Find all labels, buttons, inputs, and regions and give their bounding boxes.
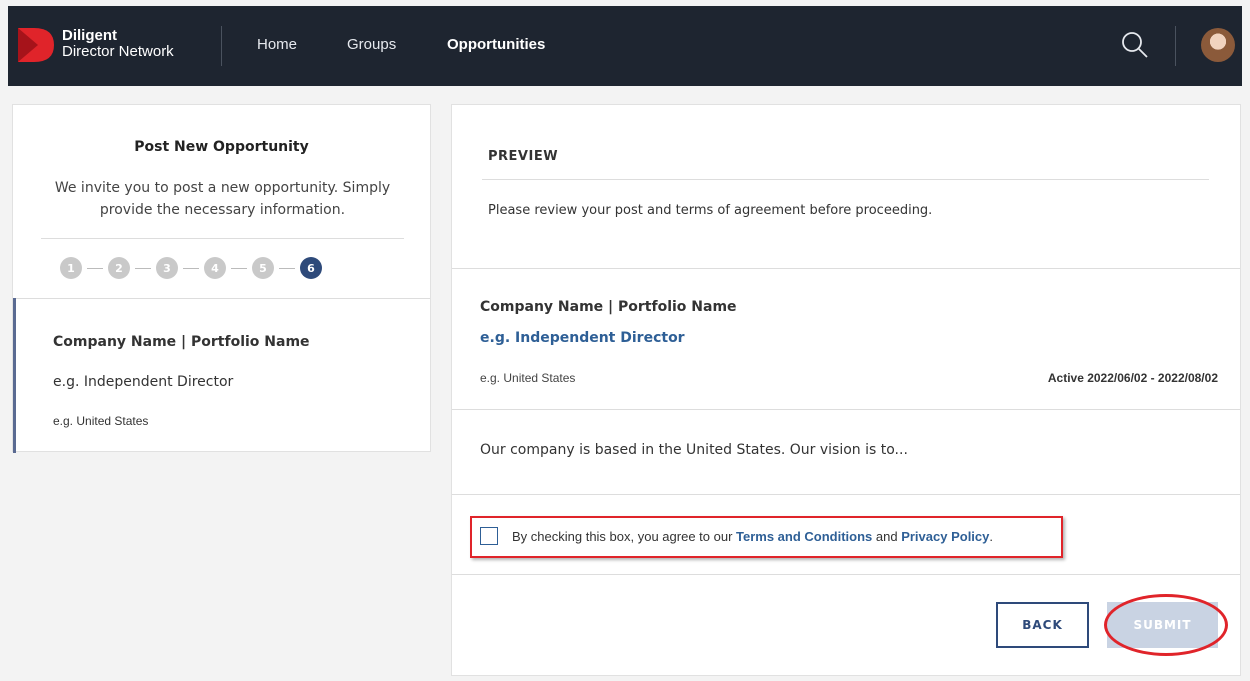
summary-location: e.g. United States: [53, 414, 149, 428]
step-6-active[interactable]: 6: [300, 257, 322, 279]
panel-title: Post New Opportunity: [134, 139, 309, 155]
preview-description: Our company is based in the United State…: [480, 442, 908, 458]
step-connector: [231, 267, 247, 269]
agreement-suffix: .: [989, 529, 993, 544]
divider: [452, 494, 1240, 495]
preview-location: e.g. United States: [480, 371, 576, 385]
user-avatar[interactable]: [1201, 28, 1235, 62]
preview-company: Company Name | Portfolio Name: [480, 299, 737, 315]
step-connector: [183, 267, 199, 269]
divider: [41, 238, 404, 239]
panel-description: We invite you to post a new opportunity.…: [54, 180, 391, 218]
summary-role: e.g. Independent Director: [53, 374, 234, 390]
brand-line-2: Director Network: [62, 43, 174, 60]
step-connector: [135, 267, 151, 269]
step-connector: [279, 267, 295, 269]
step-4[interactable]: 4: [204, 257, 226, 279]
nav-home[interactable]: Home: [257, 36, 297, 53]
nav-divider-right: [1175, 26, 1176, 66]
search-icon[interactable]: [1120, 30, 1150, 60]
divider: [452, 268, 1240, 269]
back-button[interactable]: BACK: [996, 602, 1089, 648]
preview-active-dates: Active 2022/06/02 - 2022/08/02: [1047, 371, 1218, 385]
preview-heading: PREVIEW: [488, 149, 559, 164]
diligent-logo-icon[interactable]: [16, 26, 56, 64]
brand-line-1: Diligent: [62, 27, 117, 44]
step-2[interactable]: 2: [108, 257, 130, 279]
agreement-middle: and: [872, 529, 902, 544]
agree-checkbox[interactable]: [480, 527, 498, 545]
preview-role: e.g. Independent Director: [480, 330, 685, 346]
top-nav-bar: Diligent Director Network Home Groups Op…: [8, 6, 1242, 86]
terms-link[interactable]: Terms and Conditions: [736, 529, 872, 544]
divider: [452, 409, 1240, 410]
divider: [452, 574, 1240, 575]
nav-groups[interactable]: Groups: [347, 36, 396, 53]
divider: [482, 179, 1209, 180]
step-indicator: 1 2 3 4 5 6: [60, 255, 322, 281]
step-1[interactable]: 1: [60, 257, 82, 279]
step-5[interactable]: 5: [252, 257, 274, 279]
submit-highlight-annotation: [1104, 594, 1228, 656]
step-3[interactable]: 3: [156, 257, 178, 279]
preview-panel: PREVIEW Please review your post and term…: [451, 104, 1241, 676]
summary-company: Company Name | Portfolio Name: [53, 334, 310, 350]
step-connector: [87, 267, 103, 269]
agreement-text: By checking this box, you agree to our T…: [512, 529, 993, 544]
post-opportunity-panel: Post New Opportunity We invite you to po…: [12, 104, 431, 453]
privacy-link[interactable]: Privacy Policy: [901, 529, 989, 544]
brand-name[interactable]: Diligent Director Network: [62, 28, 174, 60]
nav-opportunities[interactable]: Opportunities: [447, 36, 545, 53]
review-instructions: Please review your post and terms of agr…: [488, 203, 933, 218]
agreement-highlight: By checking this box, you agree to our T…: [470, 516, 1063, 558]
opportunity-summary-card: Company Name | Portfolio Name e.g. Indep…: [13, 298, 430, 453]
nav-divider: [221, 26, 222, 66]
agreement-prefix: By checking this box, you agree to our: [512, 529, 737, 544]
